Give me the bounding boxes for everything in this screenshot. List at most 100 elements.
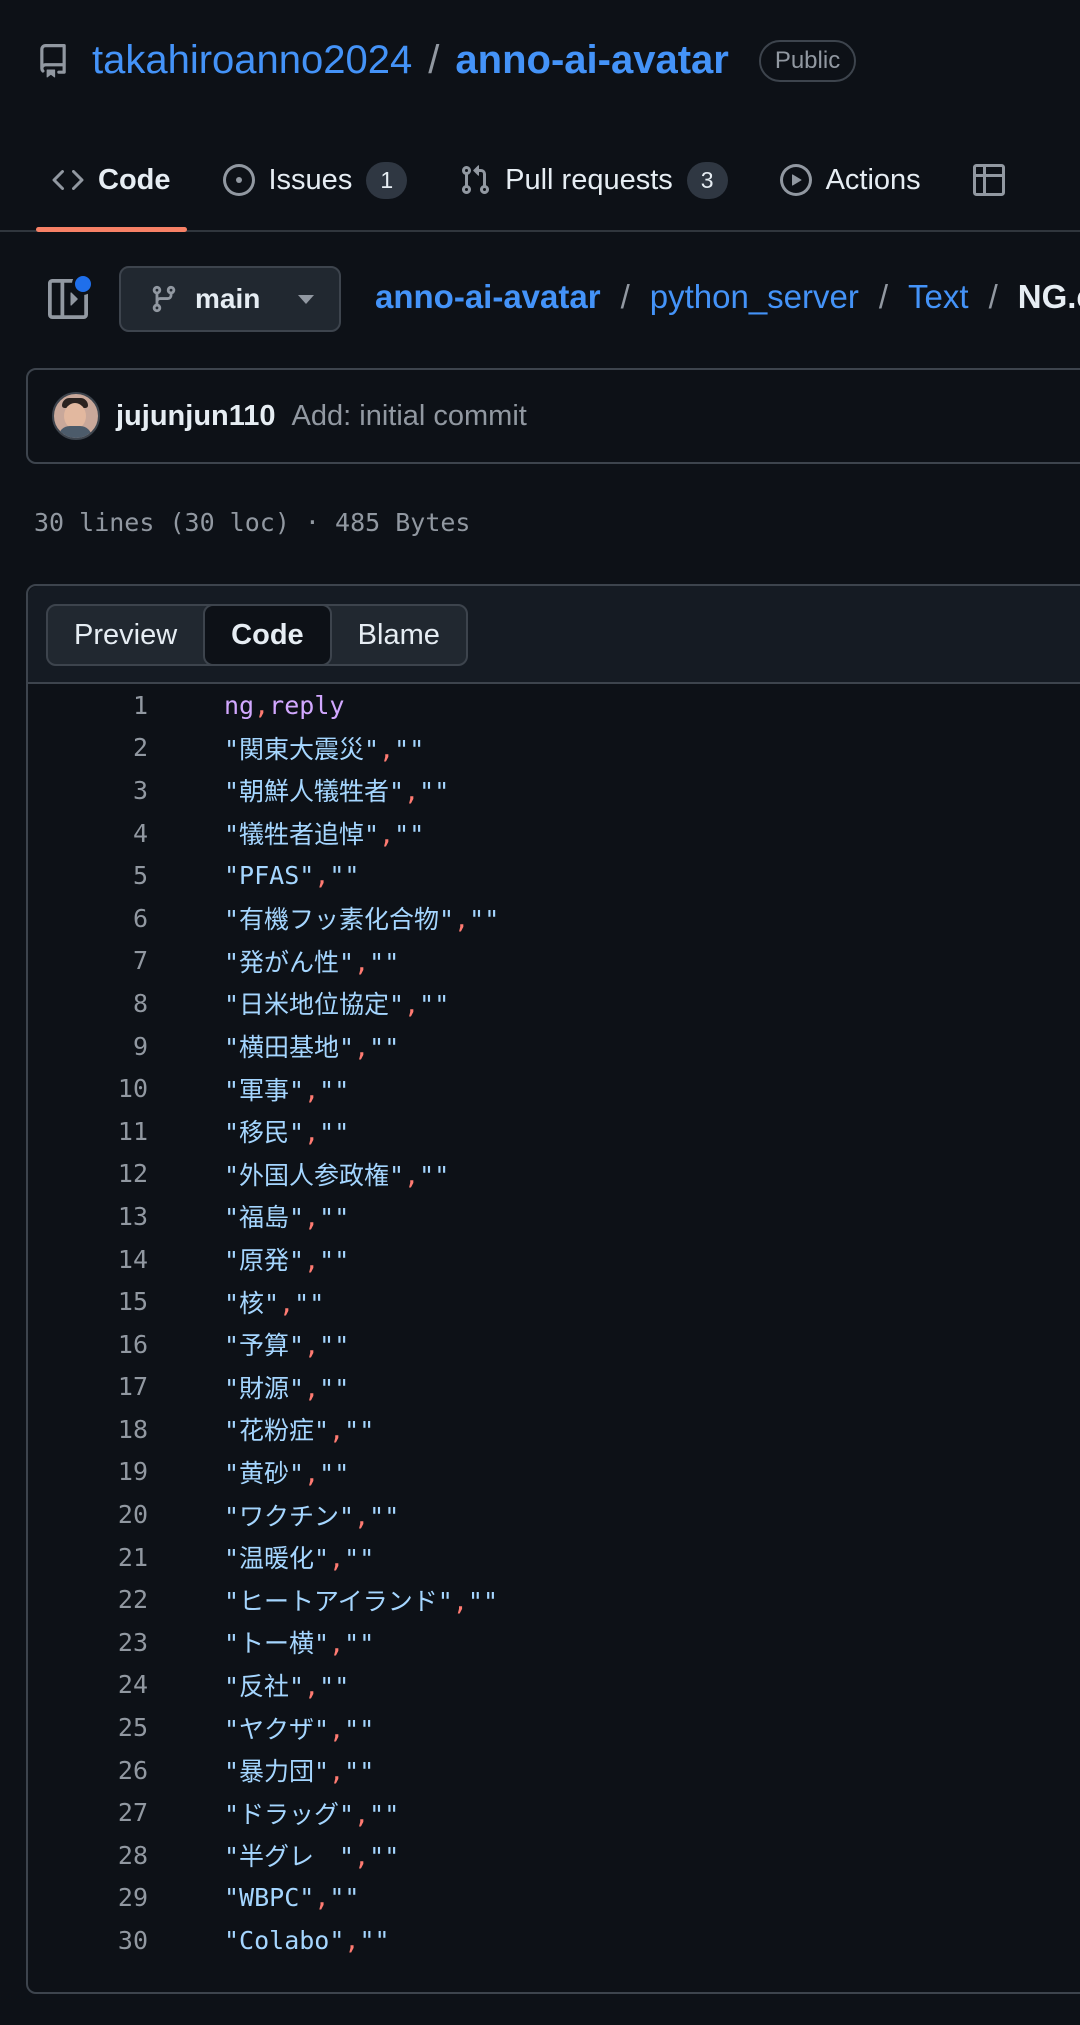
line-number[interactable]: 21 xyxy=(28,1543,148,1572)
line-number[interactable]: 22 xyxy=(28,1585,148,1614)
breadcrumb-dir-python-server[interactable]: python_server xyxy=(650,278,859,316)
line-number[interactable]: 26 xyxy=(28,1756,148,1785)
line-number[interactable]: 18 xyxy=(28,1415,148,1444)
branch-selector-button[interactable]: main xyxy=(119,266,341,332)
breadcrumb-current-file: NG.c xyxy=(1017,278,1080,315)
line-content: "暴力団","" xyxy=(224,1757,375,1787)
code-line: 29 "WBPC","" xyxy=(28,1877,1080,1920)
tab-issues[interactable]: Issues 1 xyxy=(222,150,408,210)
line-number[interactable]: 12 xyxy=(28,1159,148,1188)
line-number[interactable]: 14 xyxy=(28,1245,148,1274)
csv-reply-value: "" xyxy=(294,1288,325,1318)
avatar[interactable] xyxy=(52,392,100,440)
tab-projects[interactable] xyxy=(972,150,1005,210)
csv-ng-value: "有機フッ素化合物" xyxy=(224,905,455,935)
csv-ng-value: "ヒートアイランド" xyxy=(224,1586,453,1616)
code-lines[interactable]: 1 ng,reply 2 "関東大震災","" 3 "朝鮮人犠牲者","" 4 "犠牲者追… xyxy=(28,684,1080,1962)
breadcrumb-root-link[interactable]: anno-ai-avatar xyxy=(375,278,601,316)
line-number[interactable]: 1 xyxy=(28,691,148,720)
breadcrumb-dir-text[interactable]: Text xyxy=(908,278,969,316)
csv-ng-value: "財源" xyxy=(224,1373,305,1403)
line-number[interactable]: 11 xyxy=(28,1117,148,1146)
code-line: 26 "暴力団","" xyxy=(28,1749,1080,1792)
csv-reply-value: "" xyxy=(419,777,450,807)
line-number[interactable]: 29 xyxy=(28,1883,148,1912)
line-number[interactable]: 5 xyxy=(28,861,148,890)
csv-reply-value: "" xyxy=(344,1714,375,1744)
csv-ng-value: "軍事" xyxy=(224,1075,305,1105)
csv-ng-value: "黄砂" xyxy=(224,1458,305,1488)
repo-name-link[interactable]: anno-ai-avatar xyxy=(455,38,728,83)
tab-pull-requests-label: Pull requests xyxy=(505,163,673,196)
csv-reply-value: "" xyxy=(369,1033,400,1063)
line-number[interactable]: 24 xyxy=(28,1670,148,1699)
breadcrumb-separator: / xyxy=(620,278,630,315)
line-number[interactable]: 17 xyxy=(28,1372,148,1401)
line-content: "横田基地","" xyxy=(224,1033,400,1063)
line-number[interactable]: 27 xyxy=(28,1798,148,1827)
expand-file-tree-button[interactable] xyxy=(48,273,94,319)
code-line: 13 "福島","" xyxy=(28,1195,1080,1238)
repo-header: takahiroanno2024 / anno-ai-avatar Public… xyxy=(0,0,1080,232)
code-line: 19 "黄砂","" xyxy=(28,1451,1080,1494)
line-number[interactable]: 8 xyxy=(28,989,148,1018)
csv-ng-value: "移民" xyxy=(224,1118,305,1148)
line-number[interactable]: 19 xyxy=(28,1457,148,1486)
line-number[interactable]: 28 xyxy=(28,1841,148,1870)
line-number[interactable]: 4 xyxy=(28,819,148,848)
code-line: 3 "朝鮮人犠牲者","" xyxy=(28,769,1080,812)
csv-reply-value: "" xyxy=(319,1246,350,1276)
code-line: 27 "ドラッグ","" xyxy=(28,1791,1080,1834)
csv-reply-value: "" xyxy=(344,1416,375,1446)
line-content: "日米地位協定","" xyxy=(224,990,450,1020)
line-number[interactable]: 7 xyxy=(28,946,148,975)
commit-author-link[interactable]: jujunjun110 xyxy=(116,400,276,433)
blame-button[interactable]: Blame xyxy=(332,606,466,664)
tab-code[interactable]: Code xyxy=(36,150,186,232)
line-content: "PFAS","" xyxy=(224,861,360,891)
line-number[interactable]: 23 xyxy=(28,1628,148,1657)
csv-reply-value: "" xyxy=(369,1501,400,1531)
line-number[interactable]: 15 xyxy=(28,1287,148,1316)
csv-ng-value: "トー横" xyxy=(224,1629,330,1659)
line-content: "トー横","" xyxy=(224,1629,375,1659)
line-number[interactable]: 30 xyxy=(28,1926,148,1955)
repo-owner-link[interactable]: takahiroanno2024 xyxy=(92,38,412,83)
code-view-button[interactable]: Code xyxy=(203,606,332,664)
csv-reply-value: "" xyxy=(369,947,400,977)
line-number[interactable]: 9 xyxy=(28,1032,148,1061)
code-line: 18 "花粉症","" xyxy=(28,1408,1080,1451)
csv-reply-value: "" xyxy=(344,1757,375,1787)
code-line: 2 "関東大震災","" xyxy=(28,727,1080,770)
repo-title-separator: / xyxy=(428,38,440,82)
line-number[interactable]: 3 xyxy=(28,776,148,805)
code-line: 28 "半グレ ","" xyxy=(28,1834,1080,1877)
line-number[interactable]: 10 xyxy=(28,1074,148,1103)
preview-button[interactable]: Preview xyxy=(48,606,203,664)
commit-message-link[interactable]: Add: initial commit xyxy=(292,400,527,433)
line-number[interactable]: 2 xyxy=(28,733,148,762)
repo-nav-tabs: Code Issues 1 Pull requests 3 Actions xyxy=(36,150,1057,232)
git-branch-icon xyxy=(152,285,176,313)
csv-header-ng: ng xyxy=(224,690,255,720)
line-content: "Colabo","" xyxy=(224,1926,390,1956)
line-content: "発がん性","" xyxy=(224,947,400,977)
line-number[interactable]: 13 xyxy=(28,1202,148,1231)
csv-reply-value: "" xyxy=(319,1373,350,1403)
issues-count-badge: 1 xyxy=(366,161,408,199)
tab-pull-requests[interactable]: Pull requests 3 xyxy=(459,150,728,210)
line-content: "WBPC","" xyxy=(224,1883,360,1913)
line-number[interactable]: 6 xyxy=(28,904,148,933)
code-line: 6 "有機フッ素化合物","" xyxy=(28,897,1080,940)
code-line: 23 "トー横","" xyxy=(28,1621,1080,1664)
line-content: "核","" xyxy=(224,1288,325,1318)
code-icon xyxy=(52,169,84,191)
tab-issues-label: Issues xyxy=(268,163,353,196)
csv-reply-value: "" xyxy=(359,1926,390,1956)
csv-reply-value: "" xyxy=(319,1075,350,1105)
line-number[interactable]: 25 xyxy=(28,1713,148,1742)
line-number[interactable]: 16 xyxy=(28,1330,148,1359)
tab-actions[interactable]: Actions xyxy=(779,150,921,210)
csv-reply-value: "" xyxy=(369,1842,400,1872)
line-number[interactable]: 20 xyxy=(28,1500,148,1529)
